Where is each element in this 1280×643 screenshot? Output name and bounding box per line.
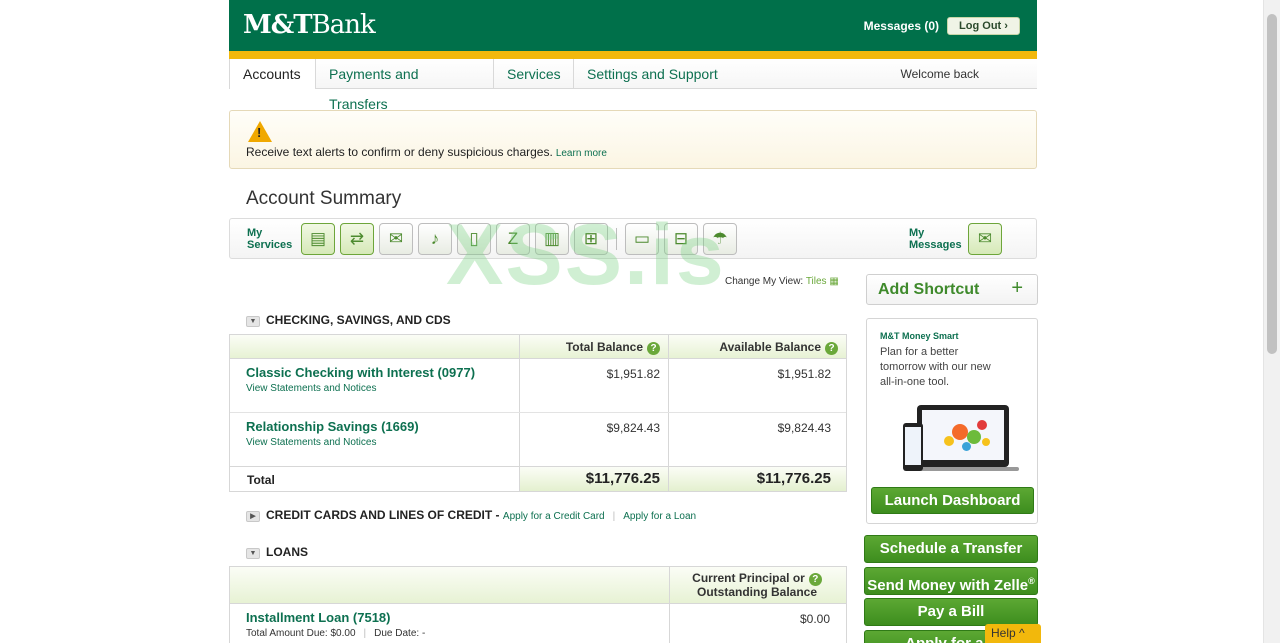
table-row: Relationship Savings (1669) View Stateme… [230,413,846,467]
total-balance-value: $1,951.82 [606,367,660,381]
main-container: M&TBank Messages (0) Log Out › Accounts … [229,0,1038,643]
promo-card: M&T Money Smart Plan for a better tomorr… [866,318,1038,524]
services-bar: My Services ▤ ⇄ ✉ ♪ ▯ Z ▥ ⊞ ▭ ⊟ ☂ My Messa… [229,218,1037,259]
alerts-bell-icon[interactable]: ♪ [418,223,452,255]
zelle-icon[interactable]: Z [496,223,530,255]
credit-section-header[interactable]: ▶ CREDIT CARDS AND LINES OF CREDIT - Appl… [246,508,696,522]
gold-bar [229,51,1037,64]
total-row: Total $11,776.25 $11,776.25 [230,467,846,491]
bill-pay-icon[interactable]: ✉ [379,223,413,255]
available-balance-value: $9,824.43 [777,421,831,435]
investing-chart-icon[interactable]: ▥ [535,223,569,255]
loans-table: Current Principal or? Outstanding Balance… [229,566,847,643]
table-row: Installment Loan (7518) Total Amount Due… [230,604,846,643]
launch-dashboard-button[interactable]: Launch Dashboard [871,487,1034,514]
main-nav: Accounts Payments and Transfers Services… [229,59,1037,112]
statements-link[interactable]: View Statements and Notices [246,383,376,394]
promo-heading: M&T Money Smart [880,331,959,341]
loan-balance-value: $0.00 [799,612,830,626]
table-row: Classic Checking with Interest (0977) Vi… [230,359,846,413]
send-money-zelle-button[interactable]: Send Money with Zelle® [864,566,1038,595]
messages-link[interactable]: Messages (0) [864,19,939,33]
column-header-principal: Current Principal or? Outstanding Balance [682,572,832,599]
tab-services[interactable]: Services [494,59,574,89]
column-header-total: Total Balance? [519,335,668,359]
due-date: Due Date: - [374,628,426,639]
welcome-text: Welcome back [900,67,979,81]
expand-arrow-icon[interactable]: ▶ [246,511,260,522]
tab-settings-support[interactable]: Settings and Support [574,59,734,89]
table-header: Current Principal or? Outstanding Balance [230,567,846,604]
schedule-transfer-button[interactable]: Schedule a Transfer [864,535,1038,563]
tiles-grid-icon: ▦ [829,276,839,287]
bank-logo[interactable]: M&TBank [243,10,376,40]
top-bar: M&TBank Messages (0) Log Out › [229,0,1037,51]
amount-due: Total Amount Due: $0.00 [246,628,356,639]
account-name-link[interactable]: Classic Checking with Interest (0977) [246,365,475,380]
mobile-icon[interactable]: ▯ [457,223,491,255]
messages-envelope-icon[interactable]: ✉ [968,223,1002,255]
alert-message: Receive text alerts to confirm or deny s… [246,145,553,159]
apply-loan-link[interactable]: Apply for a Loan [623,511,696,522]
page: M&TBank Messages (0) Log Out › Accounts … [0,0,1280,643]
my-messages-label: My Messages [909,227,962,251]
gift-icon[interactable]: ⊞ [574,223,608,255]
loans-section-header[interactable]: ▼ LOANS [246,545,308,559]
phone-illustration [903,423,923,471]
alert-banner: ! Receive text alerts to confirm or deny… [229,110,1037,169]
checking-table: Total Balance? Available Balance? Classi… [229,334,847,492]
right-sidebar: Add Shortcut + M&T Money Smart Plan for … [866,274,1038,524]
scrollbar-thumb[interactable] [1267,14,1277,354]
collapse-arrow-icon[interactable]: ▼ [246,548,260,559]
help-button[interactable]: Help ^ [985,624,1041,643]
promo-body: Plan for a better tomorrow with our new … [880,346,991,388]
help-icon[interactable]: ? [825,342,838,355]
checking-section-header[interactable]: ▼ CHECKING, SAVINGS, AND CDS [246,313,451,327]
grand-total-balance: $11,776.25 [585,470,660,487]
apply-credit-card-link[interactable]: Apply for a Credit Card [503,511,605,522]
grand-total-available: $11,776.25 [756,470,831,487]
scrollbar[interactable] [1263,0,1280,643]
available-balance-value: $1,951.82 [777,367,831,381]
total-balance-value: $9,824.43 [606,421,660,435]
plus-icon: + [1011,277,1023,299]
change-view[interactable]: Change My View: Tiles ▦ [725,276,839,287]
account-name-link[interactable]: Relationship Savings (1669) [246,419,419,434]
chevron-up-icon: ^ [1019,626,1025,640]
tab-payments-transfers[interactable]: Payments and Transfers [316,59,494,112]
help-icon[interactable]: ? [647,342,660,355]
page-title: Account Summary [246,188,402,209]
pay-bill-button[interactable]: Pay a Bill [864,598,1038,627]
add-shortcut-button[interactable]: Add Shortcut + [866,274,1038,305]
statements-link[interactable]: View Statements and Notices [246,437,376,448]
my-services-label: My Services [247,227,293,251]
umbrella-icon[interactable]: ☂ [703,223,737,255]
logout-button[interactable]: Log Out › [947,17,1020,35]
collapse-arrow-icon[interactable]: ▼ [246,316,260,327]
table-header: Total Balance? Available Balance? [230,335,846,359]
learn-more-link[interactable]: Learn more [556,148,607,159]
cart-icon[interactable]: ⊟ [664,223,698,255]
laptop-illustration [907,405,1019,471]
tab-accounts[interactable]: Accounts [229,59,316,89]
statements-icon[interactable]: ▤ [301,223,335,255]
transfer-icon[interactable]: ⇄ [340,223,374,255]
checks-icon[interactable]: ▭ [625,223,659,255]
account-name-link[interactable]: Installment Loan (7518) [246,610,390,625]
total-label: Total [247,473,275,487]
column-header-available: Available Balance? [668,335,846,359]
